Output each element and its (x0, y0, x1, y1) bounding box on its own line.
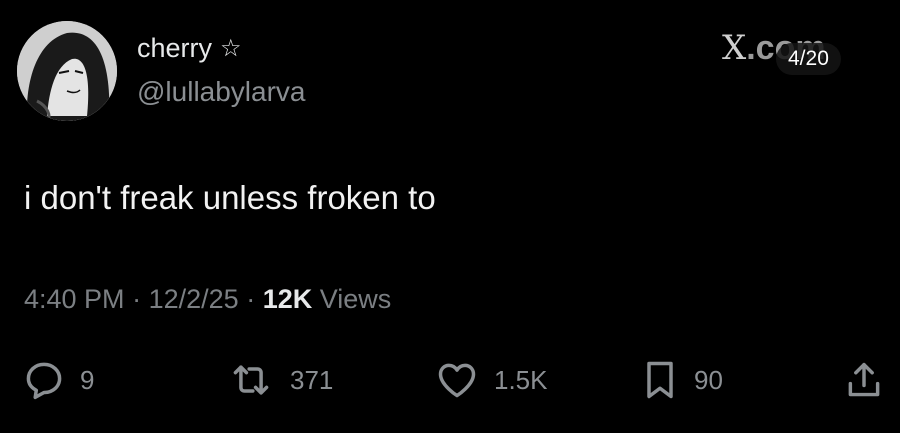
image-counter-badge: 4/20 (776, 43, 841, 75)
reply-icon (26, 362, 62, 400)
bookmark-button[interactable]: 90 (640, 358, 723, 402)
tweet-date[interactable]: 12/2/25 (149, 284, 239, 314)
like-button[interactable]: 1.5K (434, 358, 548, 402)
bookmark-count: 90 (694, 364, 723, 395)
repost-button[interactable]: 371 (226, 358, 333, 402)
views-label: Views (319, 284, 392, 314)
bookmark-icon (647, 361, 673, 399)
tweet-text: i don't freak unless froken to (24, 179, 436, 216)
x-logo-icon: X (722, 28, 747, 68)
reply-count: 9 (80, 364, 95, 395)
avatar-image (17, 21, 117, 121)
user-handle[interactable]: @lullabylarva (137, 76, 306, 108)
share-icon (848, 362, 880, 397)
repost-icon (233, 365, 269, 395)
heart-icon (438, 363, 476, 398)
views-count: 12K (262, 284, 313, 314)
avatar[interactable] (17, 21, 117, 121)
share-button[interactable] (844, 358, 884, 402)
meta-separator: · (246, 284, 256, 314)
tweet-time[interactable]: 4:40 PM (24, 284, 125, 314)
repost-count: 371 (290, 364, 334, 395)
like-count: 1.5K (494, 364, 548, 395)
author-name-row[interactable]: cherry ☆ (137, 33, 242, 64)
reply-button[interactable]: 9 (22, 358, 94, 402)
star-outline-icon: ☆ (220, 34, 242, 62)
meta-separator: · (132, 284, 142, 314)
tweet-meta: 4:40 PM · 12/2/25 · 12K Views (24, 284, 391, 315)
display-name[interactable]: cherry (137, 33, 212, 64)
